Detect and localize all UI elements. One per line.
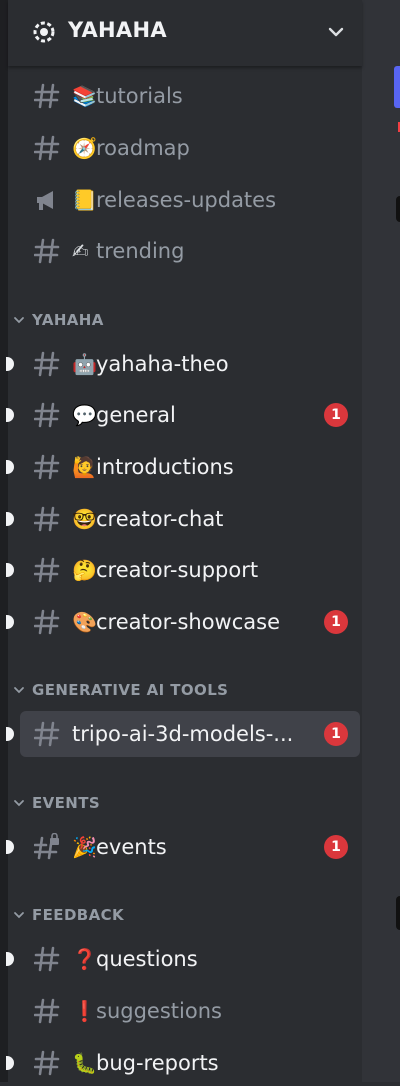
chevron-down-icon (14, 912, 24, 919)
chevron-down-icon (14, 687, 24, 694)
hash-icon (34, 454, 60, 480)
channel-label: creator-support (96, 558, 259, 582)
channel-roadmap[interactable]: 🧭 roadmap (20, 125, 360, 171)
hash-icon (34, 238, 60, 264)
raising-hand-icon: 🙋 (72, 455, 97, 479)
unread-indicator (6, 460, 14, 474)
hash-icon (34, 83, 60, 109)
palette-icon: 🎨 (72, 610, 97, 634)
hash-icon (34, 135, 60, 161)
thinking-face-icon: 🤔 (72, 558, 97, 582)
chat-area-edge (362, 0, 400, 1082)
unread-indicator (6, 727, 14, 741)
nerd-face-icon: 🤓 (72, 507, 97, 531)
channel-tripo-ai-3d-models[interactable]: tripo-ai-3d-models-... 1 (6, 711, 360, 757)
mention-badge: 1 (324, 610, 348, 634)
mention-badge: 1 (324, 403, 348, 427)
hash-icon (34, 998, 60, 1024)
category-label: YAHAHA (32, 311, 104, 329)
chevron-down-icon (14, 800, 24, 807)
hash-icon (34, 557, 60, 583)
hash-icon (34, 351, 60, 377)
unread-indicator (6, 563, 14, 577)
channel-questions[interactable]: ❓ questions (6, 936, 360, 982)
party-popper-icon: 🎉 (72, 835, 97, 859)
channel-label: tripo-ai-3d-models-... (72, 722, 294, 746)
channel-introductions[interactable]: 🙋 introductions (6, 444, 360, 490)
locked-hash-icon (34, 833, 59, 860)
hash-icon (34, 609, 60, 635)
chevron-down-icon (14, 317, 24, 324)
channel-label: questions (96, 947, 198, 971)
channel-releases-updates[interactable]: 📒 releases-updates (20, 177, 360, 223)
channel-label: bug-reports (96, 1051, 219, 1075)
channel-label: yahaha-theo (96, 352, 229, 376)
category-feedback[interactable]: FEEDBACK (12, 903, 124, 927)
channel-creator-chat[interactable]: 🤓 creator-chat (6, 496, 360, 542)
books-icon: 📚 (72, 84, 97, 108)
channel-events[interactable]: 🎉 events 1 (6, 824, 360, 870)
category-label: FEEDBACK (32, 906, 125, 924)
chevron-down-icon[interactable] (326, 22, 346, 42)
channel-label: suggestions (96, 999, 222, 1023)
channel-creator-support[interactable]: 🤔 creator-support (6, 547, 360, 593)
channel-label: introductions (96, 455, 234, 479)
unread-indicator (6, 952, 14, 966)
compass-icon: 🧭 (72, 136, 97, 160)
category-events[interactable]: EVENTS (12, 791, 100, 815)
unread-indicator (6, 357, 14, 371)
speech-bubble-icon: 💬 (72, 403, 97, 427)
channel-label: events (96, 835, 167, 859)
channel-trending[interactable]: ✍ trending (20, 228, 360, 274)
category-label: EVENTS (32, 794, 101, 812)
hash-icon (34, 1050, 60, 1076)
hash-icon (34, 946, 60, 972)
unread-indicator (6, 408, 14, 422)
scroll-marker (396, 196, 400, 222)
scroll-indicator (394, 66, 400, 108)
category-label: GENERATIVE AI TOOLS (32, 681, 229, 699)
mention-badge: 1 (324, 835, 348, 859)
question-mark-icon: ❓ (72, 947, 97, 971)
unread-indicator (6, 840, 14, 854)
channel-yahaha-theo[interactable]: 🤖 yahaha-theo (6, 341, 360, 387)
channel-general[interactable]: 💬 general 1 (6, 392, 360, 438)
category-yahaha[interactable]: YAHAHA (12, 308, 104, 332)
unread-indicator (6, 512, 14, 526)
ledger-icon: 📒 (72, 188, 97, 212)
robot-icon: 🤖 (72, 352, 97, 376)
server-gear-icon (33, 21, 55, 43)
channel-label: trending (96, 239, 185, 263)
channel-label: tutorials (96, 84, 183, 108)
hash-icon (34, 506, 60, 532)
channel-bug-reports[interactable]: 🐛 bug-reports (6, 1040, 360, 1086)
scroll-marker (396, 896, 400, 930)
writing-hand-icon: ✍ (72, 239, 89, 263)
channel-label: roadmap (96, 136, 190, 160)
channel-label: releases-updates (96, 188, 277, 212)
megaphone-icon (37, 191, 53, 210)
unread-indicator (6, 615, 14, 629)
hash-icon (34, 402, 60, 428)
category-generative-ai-tools[interactable]: GENERATIVE AI TOOLS (12, 678, 228, 702)
hash-icon (34, 721, 60, 747)
unread-indicator (6, 1056, 14, 1070)
server-rail-edge (0, 0, 8, 1082)
channel-creator-showcase[interactable]: 🎨 creator-showcase 1 (6, 599, 360, 645)
server-name: YAHAHA (68, 18, 167, 42)
channel-tutorials[interactable]: 📚 tutorials (20, 73, 360, 119)
exclamation-mark-icon: ❗ (72, 999, 97, 1023)
bug-icon: 🐛 (72, 1051, 97, 1075)
channel-label: general (96, 403, 176, 427)
channel-label: creator-showcase (96, 610, 281, 634)
channel-label: creator-chat (96, 507, 224, 531)
channel-suggestions[interactable]: ❗ suggestions (20, 988, 360, 1034)
mention-badge: 1 (324, 722, 348, 746)
server-header[interactable]: YAHAHA (8, 0, 362, 66)
